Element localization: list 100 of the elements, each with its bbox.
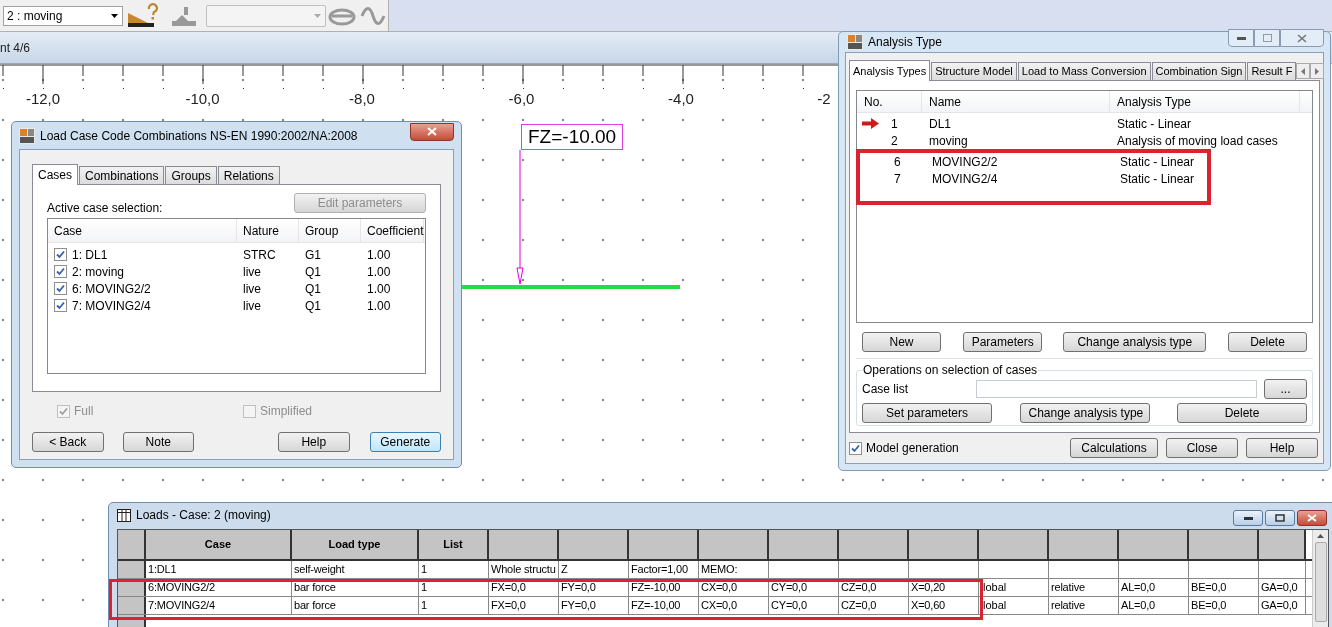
column-header[interactable]	[909, 530, 979, 559]
table-cell: self-weight	[292, 561, 419, 578]
tab[interactable]: Relations	[217, 166, 280, 184]
caret-icon	[314, 13, 321, 18]
dialog-button[interactable]: < Back	[32, 432, 104, 452]
load-label: FZ=-10.00	[521, 124, 624, 150]
column-header[interactable]: Case	[48, 219, 237, 242]
scroll-right-button[interactable]	[1310, 63, 1325, 79]
table-cell: FZ=-10,00	[629, 597, 699, 614]
close-icon	[1307, 514, 1317, 522]
maximize-button[interactable]	[1265, 510, 1295, 526]
column-header[interactable]: Nature	[237, 219, 299, 242]
minimize-button[interactable]	[1228, 29, 1254, 47]
dialog-button[interactable]: Close	[1166, 438, 1238, 458]
column-header[interactable]: Load type	[292, 530, 419, 559]
dialog-button[interactable]: Delete	[1227, 332, 1307, 352]
dialog-button[interactable]: Generate	[369, 432, 441, 452]
table-cell-text: Analysis of moving load cases	[1117, 132, 1278, 150]
table-cell-text: 1.00	[366, 263, 392, 281]
tab[interactable]: Structure Model	[931, 62, 1017, 80]
window-title: Analysis Type	[868, 34, 942, 51]
table-cell: CZ=0,0	[839, 597, 909, 614]
row-header[interactable]	[118, 561, 146, 578]
table-cell: BE=0,0	[1189, 579, 1259, 596]
column-header[interactable]	[489, 530, 559, 559]
column-header[interactable]	[699, 530, 769, 559]
column-header[interactable]: Analysis Type	[1110, 91, 1300, 112]
checkbox[interactable]	[54, 265, 67, 278]
tab[interactable]: Groups	[165, 166, 217, 184]
scroll-left-button[interactable]	[1296, 63, 1311, 79]
column-header[interactable]: List	[419, 530, 489, 559]
table-cell: FX=0,0	[489, 579, 559, 596]
dialog-button[interactable]: Calculations	[1070, 438, 1158, 458]
checkbox[interactable]	[54, 282, 67, 295]
dialog-button[interactable]: Delete	[1177, 403, 1307, 423]
checkbox[interactable]	[54, 299, 67, 312]
column-header[interactable]	[1259, 530, 1306, 559]
ruler-label: -12,0	[25, 90, 61, 107]
minimize-button[interactable]	[1233, 510, 1263, 526]
table-cell: GA=0,0	[1259, 597, 1306, 614]
table-cell: X=0,20	[909, 579, 979, 596]
checkbox[interactable]	[849, 441, 862, 455]
tab[interactable]: Combinations	[79, 166, 165, 184]
column-header[interactable]	[769, 530, 839, 559]
table-cell-text: Q1	[304, 280, 322, 298]
column-header[interactable]	[559, 530, 629, 559]
window-title: Loads - Case: 2 (moving)	[136, 507, 271, 524]
view-title: nt 4/6	[0, 39, 31, 57]
column-header[interactable]	[839, 530, 909, 559]
case-combo[interactable]: 2 : moving	[3, 5, 123, 26]
table-icon	[117, 508, 131, 522]
column-header[interactable]	[1189, 530, 1259, 559]
table-cell-text: moving	[929, 132, 969, 150]
dropdown-field[interactable]	[206, 4, 326, 27]
case-list-field[interactable]	[976, 380, 1257, 398]
table-cell: bar force	[292, 579, 419, 596]
tab[interactable]: Cases	[32, 164, 78, 185]
column-header[interactable]	[1049, 530, 1119, 559]
checkbox[interactable]	[54, 248, 67, 261]
dialog-button[interactable]: Help	[1246, 438, 1318, 458]
table-cell: lobal	[979, 579, 1049, 596]
case-name: 7: MOVING2/4	[72, 297, 151, 315]
table-cell-text: G1	[304, 246, 322, 264]
tab[interactable]: Load to Mass Conversion	[1017, 62, 1151, 80]
browse-button[interactable]: ...	[1264, 379, 1307, 399]
dialog-button[interactable]: Change analysis type	[1063, 332, 1207, 352]
dialog-button[interactable]: Note	[122, 432, 194, 452]
dialog-button[interactable]: Set parameters	[862, 403, 992, 423]
scrollbar[interactable]	[1312, 530, 1328, 627]
column-header[interactable]: Group	[299, 219, 361, 242]
row-header[interactable]	[118, 597, 146, 614]
column-header[interactable]	[629, 530, 699, 559]
table-cell: FZ=-10,00	[629, 579, 699, 596]
column-header[interactable]	[1119, 530, 1189, 559]
table-cell-text: MOVING2/2	[932, 153, 999, 171]
close-button[interactable]	[410, 122, 454, 141]
minimize-icon	[1236, 36, 1246, 40]
column-header[interactable]: Case	[146, 530, 292, 559]
column-header[interactable]	[979, 530, 1049, 559]
dialog-button[interactable]: Parameters	[962, 332, 1042, 352]
help-bridge-icon[interactable]	[126, 2, 160, 29]
case-name: 1: DL1	[72, 246, 108, 264]
dialog-button[interactable]: Change analysis type	[1019, 403, 1150, 423]
column-header[interactable]: Name	[922, 91, 1110, 112]
table-cell: relative	[1049, 579, 1119, 596]
dialog-button[interactable]: New	[862, 332, 941, 352]
tab[interactable]: Combination Sign	[1151, 62, 1247, 80]
table-cell: 1	[419, 597, 489, 614]
tab[interactable]: Analysis Types	[849, 60, 931, 81]
table-cell: 1	[419, 579, 489, 596]
column-header[interactable]: No.	[857, 91, 922, 112]
column-header[interactable]: Coefficient	[361, 219, 424, 242]
dialog-button[interactable]: Help	[278, 432, 350, 452]
table-cell: CZ=0,0	[839, 579, 909, 596]
table-cell: bar force	[292, 597, 419, 614]
tab[interactable]: Result F	[1247, 62, 1297, 80]
close-button[interactable]	[1297, 510, 1327, 526]
table-cell-text: Static - Linear	[1117, 115, 1192, 133]
table-cell: 1	[419, 561, 489, 578]
table-cell-text: DL1	[929, 115, 952, 133]
